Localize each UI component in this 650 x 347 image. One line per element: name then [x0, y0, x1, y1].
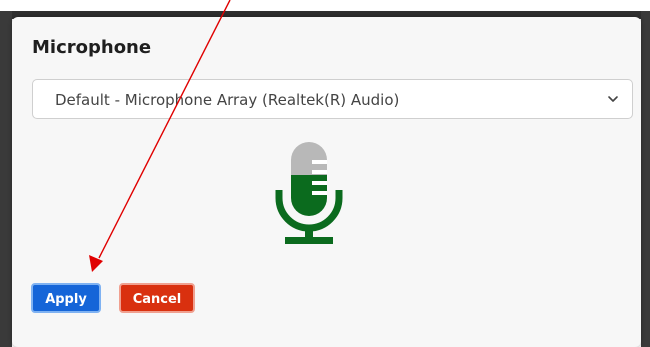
- backdrop-left: [0, 11, 12, 347]
- screen: Microphone Default - Microphone Array (R…: [0, 0, 650, 347]
- backdrop-right: [641, 11, 650, 347]
- microphone-dialog: Microphone Default - Microphone Array (R…: [12, 17, 641, 347]
- selected-device-label: Default - Microphone Array (Realtek(R) A…: [55, 91, 400, 109]
- cancel-button[interactable]: Cancel: [119, 283, 195, 313]
- microphone-device-select[interactable]: Default - Microphone Array (Realtek(R) A…: [32, 79, 633, 119]
- microphone-icon: [275, 142, 343, 244]
- apply-button[interactable]: Apply: [31, 283, 101, 313]
- dialog-title: Microphone: [32, 37, 152, 58]
- chevron-down-icon: [608, 96, 618, 102]
